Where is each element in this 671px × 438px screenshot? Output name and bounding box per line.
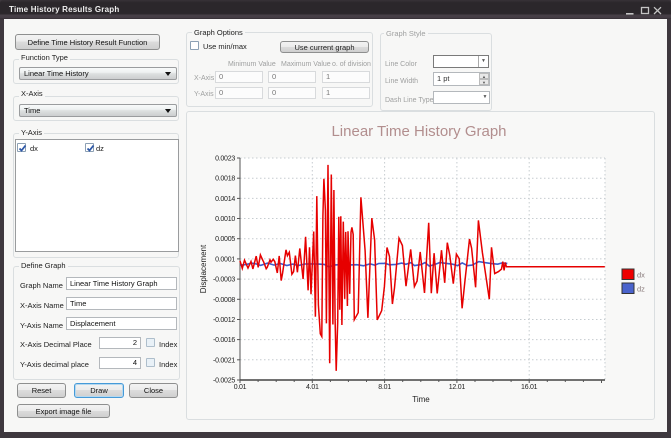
svg-text:16.01: 16.01: [521, 384, 538, 391]
svg-text:-0.0025: -0.0025: [213, 378, 235, 385]
svg-text:0.0014: 0.0014: [215, 196, 235, 203]
svg-text:dz: dz: [637, 285, 645, 294]
svg-text:0.0018: 0.0018: [215, 176, 235, 183]
svg-text:0.0001: 0.0001: [215, 256, 235, 263]
svg-text:12.01: 12.01: [449, 384, 466, 391]
svg-text:0.0010: 0.0010: [215, 216, 235, 223]
svg-text:-0.0008: -0.0008: [213, 297, 235, 304]
svg-text:-0.0012: -0.0012: [213, 317, 235, 324]
svg-text:-0.0021: -0.0021: [213, 357, 235, 364]
svg-text:-0.0003: -0.0003: [213, 277, 235, 284]
svg-text:Time: Time: [412, 395, 430, 404]
svg-text:0.01: 0.01: [234, 384, 247, 391]
svg-text:-0.0016: -0.0016: [213, 337, 235, 344]
svg-text:4.01: 4.01: [306, 384, 319, 391]
svg-text:0.0023: 0.0023: [215, 156, 235, 163]
svg-text:8.01: 8.01: [378, 384, 391, 391]
svg-text:dx: dx: [637, 271, 645, 280]
svg-text:Linear Time History Graph: Linear Time History Graph: [331, 123, 506, 140]
svg-text:Displacement: Displacement: [199, 244, 208, 293]
svg-text:0.0005: 0.0005: [215, 236, 235, 243]
